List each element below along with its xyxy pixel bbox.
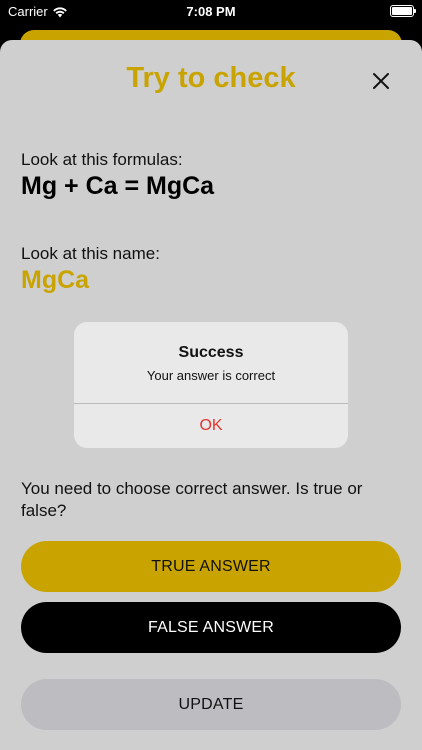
close-icon bbox=[373, 73, 389, 89]
alert-title: Success bbox=[178, 344, 244, 361]
false-answer-button[interactable]: FALSE ANSWER bbox=[21, 602, 401, 653]
formula-text: Mg + Ca = MgCa bbox=[21, 172, 215, 200]
close-button[interactable] bbox=[370, 70, 392, 92]
alert-ok-button[interactable]: OK bbox=[74, 404, 348, 448]
status-bar: Carrier 7:08 PM bbox=[0, 0, 422, 24]
alert-message: Your answer is correct bbox=[146, 368, 276, 383]
question-text: You need to choose correct answer. Is tr… bbox=[21, 479, 363, 520]
name-label: Look at this name: bbox=[21, 244, 160, 263]
sheet-title: Try to check bbox=[126, 62, 296, 94]
status-time: 7:08 PM bbox=[186, 4, 236, 19]
battery-icon bbox=[390, 5, 416, 17]
name-value: MgCa bbox=[21, 266, 90, 294]
update-button[interactable]: UPDATE bbox=[21, 679, 401, 730]
success-alert: Success Your answer is correct OK bbox=[74, 322, 348, 448]
true-answer-button[interactable]: TRUE ANSWER bbox=[21, 541, 401, 592]
formula-label: Look at this formulas: bbox=[21, 150, 183, 169]
